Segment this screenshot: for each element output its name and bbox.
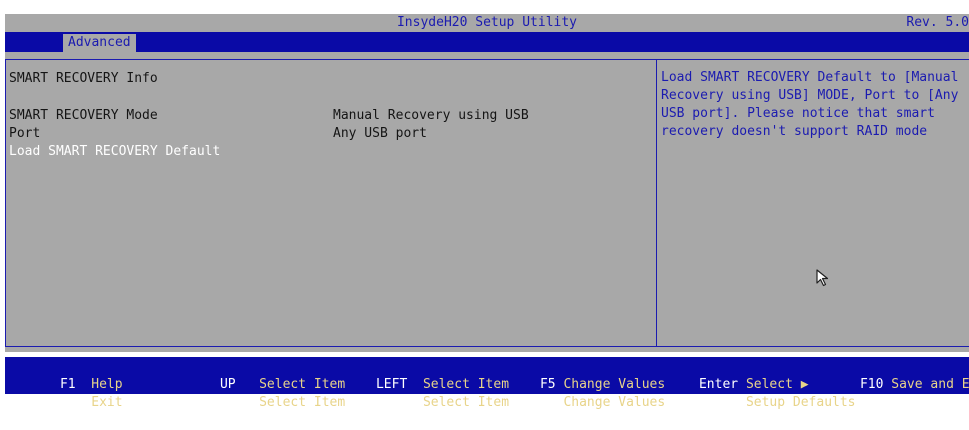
key-label: ESC bbox=[59, 395, 84, 410]
mouse-pointer-icon bbox=[816, 269, 829, 287]
help-panel: Load SMART RECOVERY Default to [Manual R… bbox=[656, 59, 969, 347]
bios-screen: InsydeH20 Setup Utility Rev. 5.0 Advance… bbox=[0, 0, 969, 410]
tab-advanced[interactable]: Advanced bbox=[63, 34, 136, 52]
help-line: Load SMART RECOVERY Default to [Manual bbox=[661, 70, 959, 85]
key-label: RIGHT bbox=[375, 395, 416, 410]
key-action: Exit bbox=[91, 395, 123, 410]
key-label: F10 bbox=[859, 377, 884, 392]
setting-value-mode: Manual Recovery using USB bbox=[333, 108, 529, 123]
footer-key-right: RIGHT Select Item bbox=[329, 376, 509, 430]
footer-key-down: DOWN Select Item bbox=[173, 376, 345, 430]
key-action: Change Values bbox=[563, 395, 666, 410]
revision-label: Rev. 5.0 bbox=[906, 15, 969, 30]
section-title: SMART RECOVERY Info bbox=[9, 71, 158, 86]
help-line: recovery doesn't support RAID mode bbox=[661, 124, 928, 139]
help-line: Recovery using USB] MODE, Port to [Any bbox=[661, 88, 959, 103]
window-title: InsydeH20 Setup Utility bbox=[396, 15, 577, 30]
title-bar: InsydeH20 Setup Utility Rev. 5.0 bbox=[5, 14, 969, 32]
setting-label-mode: SMART RECOVERY Mode bbox=[9, 108, 158, 123]
footer-key-f10: F10 Save and Exit bbox=[813, 358, 969, 412]
footer-keybar: F1 Help ESC Exit UP Select Item DOWN Sel… bbox=[5, 357, 969, 410]
setting-label-port: Port bbox=[9, 126, 41, 141]
key-label: F9 bbox=[698, 395, 715, 410]
key-label: F6 bbox=[539, 395, 556, 410]
footer-key-f6: F6 Change Values bbox=[493, 376, 665, 430]
key-action: Save and Exit bbox=[891, 377, 969, 392]
setting-value-port: Any USB port bbox=[333, 126, 427, 141]
settings-panel: SMART RECOVERY Info SMART RECOVERY Mode … bbox=[5, 59, 656, 347]
load-default-item[interactable]: Load SMART RECOVERY Default bbox=[9, 143, 220, 161]
key-label: DOWN bbox=[219, 395, 252, 410]
help-line: USB port]. Please notice that smart bbox=[661, 106, 935, 121]
footer-key-esc: ESC Exit bbox=[13, 376, 123, 430]
menu-bar: Advanced bbox=[5, 32, 969, 52]
